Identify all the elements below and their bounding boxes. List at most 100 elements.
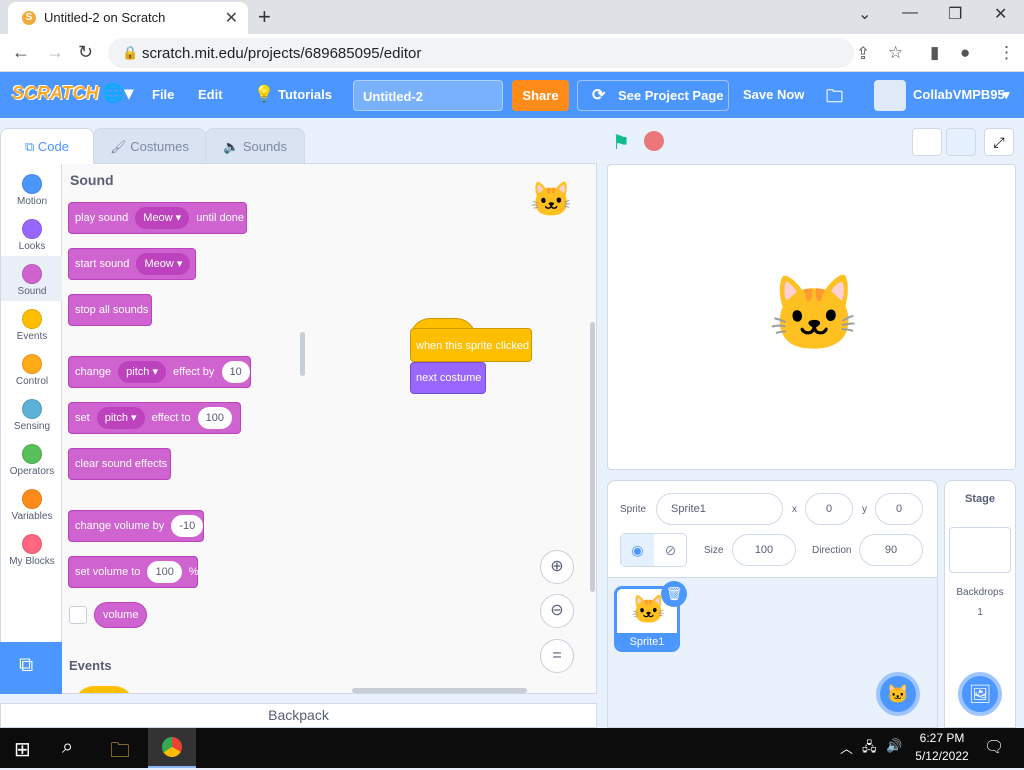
x-input[interactable]: 0: [805, 493, 853, 525]
direction-input[interactable]: 90: [859, 534, 923, 566]
share-page-icon[interactable]: ⇪: [856, 44, 870, 64]
new-tab-icon[interactable]: +: [258, 4, 271, 30]
stop-sign-icon[interactable]: [644, 131, 664, 151]
script-vertical-scrollbar[interactable]: [590, 322, 595, 592]
reload-icon[interactable]: ↻: [78, 42, 93, 63]
set-volume-to-block[interactable]: set volume to 100 %: [68, 556, 199, 588]
volume-reporter-block[interactable]: volume: [94, 602, 148, 628]
file-explorer-icon[interactable]: 🗀: [110, 736, 130, 770]
chrome-taskbar-button[interactable]: [148, 728, 196, 768]
chevron-down-icon[interactable]: ⌄: [858, 4, 871, 24]
category-control[interactable]: Control: [1, 346, 63, 391]
search-icon[interactable]: ⌕: [62, 736, 73, 759]
folder-icon[interactable]: 🗀: [826, 84, 843, 113]
volume-monitor-checkbox[interactable]: [69, 606, 87, 624]
effect-dropdown[interactable]: pitch ▾: [96, 407, 145, 429]
tab-sounds[interactable]: 🔈 Sounds: [205, 128, 305, 164]
delete-sprite-icon[interactable]: 🗑: [661, 581, 687, 607]
sound-dropdown[interactable]: Meow ▾: [136, 253, 191, 275]
tutorials-button[interactable]: Tutorials: [278, 87, 332, 102]
block-text: change: [75, 366, 112, 378]
file-menu[interactable]: File: [152, 87, 174, 102]
avatar[interactable]: [874, 80, 906, 111]
zoom-in-icon[interactable]: ⊕: [540, 550, 574, 584]
category-sound[interactable]: Sound: [1, 256, 63, 301]
zoom-out-icon[interactable]: ⊖: [540, 594, 574, 628]
windows-start-icon[interactable]: ⊞: [14, 737, 31, 762]
tray-chevron-icon[interactable]: ︿: [840, 738, 853, 757]
bookmark-star-icon[interactable]: ☆: [888, 43, 903, 63]
edit-menu[interactable]: Edit: [198, 87, 223, 102]
number-input[interactable]: 100: [197, 407, 232, 429]
change-volume-by-block[interactable]: change volume by -10: [68, 510, 204, 542]
clock-date[interactable]: 5/12/2022: [906, 749, 978, 763]
backpack[interactable]: Backpack: [0, 703, 597, 728]
motion-dot-icon: [22, 174, 42, 194]
language-globe-icon[interactable]: 🌐▾: [102, 83, 133, 104]
zoom-reset-icon[interactable]: =: [540, 639, 574, 673]
fullscreen-icon[interactable]: ⤢: [984, 128, 1014, 156]
share-button[interactable]: Share: [512, 80, 569, 111]
sprite-cat-icon[interactable]: 🐱: [768, 271, 860, 358]
show-eye-icon[interactable]: ◉: [621, 534, 654, 566]
stage-canvas[interactable]: 🐱: [607, 164, 1016, 470]
forward-icon[interactable]: →: [46, 42, 64, 63]
choose-backdrop-icon[interactable]: 🖼: [958, 672, 1002, 716]
category-my-blocks[interactable]: My Blocks: [1, 526, 63, 571]
sprite-name-input[interactable]: Sprite1: [656, 493, 783, 525]
close-tab-icon[interactable]: ✕: [225, 8, 238, 28]
project-title-input[interactable]: Untitled-2: [353, 80, 503, 111]
profile-icon[interactable]: ●: [960, 43, 970, 63]
number-input[interactable]: 100: [147, 561, 182, 583]
username-menu[interactable]: CollabVMPB95: [913, 87, 1005, 102]
size-input[interactable]: 100: [732, 534, 796, 566]
network-icon[interactable]: 🖧: [862, 738, 877, 760]
play-sound-until-done-block[interactable]: play sound Meow ▾ until done: [68, 202, 247, 234]
scratch-logo[interactable]: SCRATCH: [12, 83, 99, 104]
add-extension-button[interactable]: ⧉: [0, 642, 62, 694]
number-input[interactable]: 10: [221, 361, 250, 383]
effect-dropdown[interactable]: pitch ▾: [118, 361, 166, 383]
number-input[interactable]: -10: [171, 515, 204, 537]
green-flag-icon[interactable]: ⚑: [612, 130, 630, 155]
stage-thumbnail[interactable]: [949, 527, 1011, 573]
minimize-icon[interactable]: —: [902, 4, 918, 22]
clear-sound-effects-block[interactable]: clear sound effects: [68, 448, 171, 480]
category-motion[interactable]: Motion: [1, 166, 63, 211]
start-sound-block[interactable]: start sound Meow ▾: [68, 248, 196, 280]
category-looks[interactable]: Looks: [1, 211, 63, 256]
user-chevron-down-icon[interactable]: ▾: [1003, 87, 1010, 103]
window-close-icon[interactable]: ✕: [994, 4, 1007, 24]
hide-eye-icon[interactable]: ⊘: [654, 534, 687, 566]
palette-scrollbar[interactable]: [300, 332, 305, 376]
sound-dropdown[interactable]: Meow ▾: [135, 207, 190, 229]
y-input[interactable]: 0: [875, 493, 923, 525]
when-sprite-clicked-block[interactable]: when this sprite clicked: [410, 328, 532, 362]
tab-code[interactable]: ⧉ Code: [0, 128, 94, 164]
save-now-button[interactable]: Save Now: [743, 87, 804, 102]
set-effect-to-block[interactable]: set pitch ▾ effect to 100: [68, 402, 241, 434]
tab-costumes[interactable]: 🖌 Costumes: [93, 128, 206, 164]
small-stage-icon[interactable]: [912, 128, 942, 156]
events-hat-block-partial[interactable]: [74, 686, 134, 693]
url-field[interactable]: 🔒 scratch.mit.edu/projects/689685095/edi…: [108, 38, 903, 68]
category-operators[interactable]: Operators: [1, 436, 63, 481]
browser-tab[interactable]: S Untitled-2 on Scratch ✕: [8, 2, 248, 34]
next-costume-block[interactable]: next costume: [410, 362, 486, 394]
back-icon[interactable]: ←: [12, 42, 30, 63]
category-sensing[interactable]: Sensing: [1, 391, 63, 436]
stop-all-sounds-block[interactable]: stop all sounds: [68, 294, 152, 326]
volume-icon[interactable]: 🔊: [886, 738, 902, 754]
normal-stage-icon[interactable]: [946, 128, 976, 156]
category-variables[interactable]: Variables: [1, 481, 63, 526]
see-project-page-button[interactable]: ⟳ See Project Page: [577, 80, 729, 111]
restore-icon[interactable]: ❐: [948, 4, 962, 24]
category-events[interactable]: Events: [1, 301, 63, 346]
choose-sprite-icon[interactable]: 🐱: [876, 672, 920, 716]
script-horizontal-scrollbar[interactable]: [352, 688, 527, 693]
change-effect-by-block[interactable]: change pitch ▾ effect by 10: [68, 356, 251, 388]
side-panel-icon[interactable]: ▮: [930, 43, 939, 63]
more-menu-icon[interactable]: ⋮: [998, 43, 1015, 63]
notifications-icon[interactable]: 🗨: [984, 737, 1004, 757]
clock-time[interactable]: 6:27 PM: [918, 731, 966, 745]
